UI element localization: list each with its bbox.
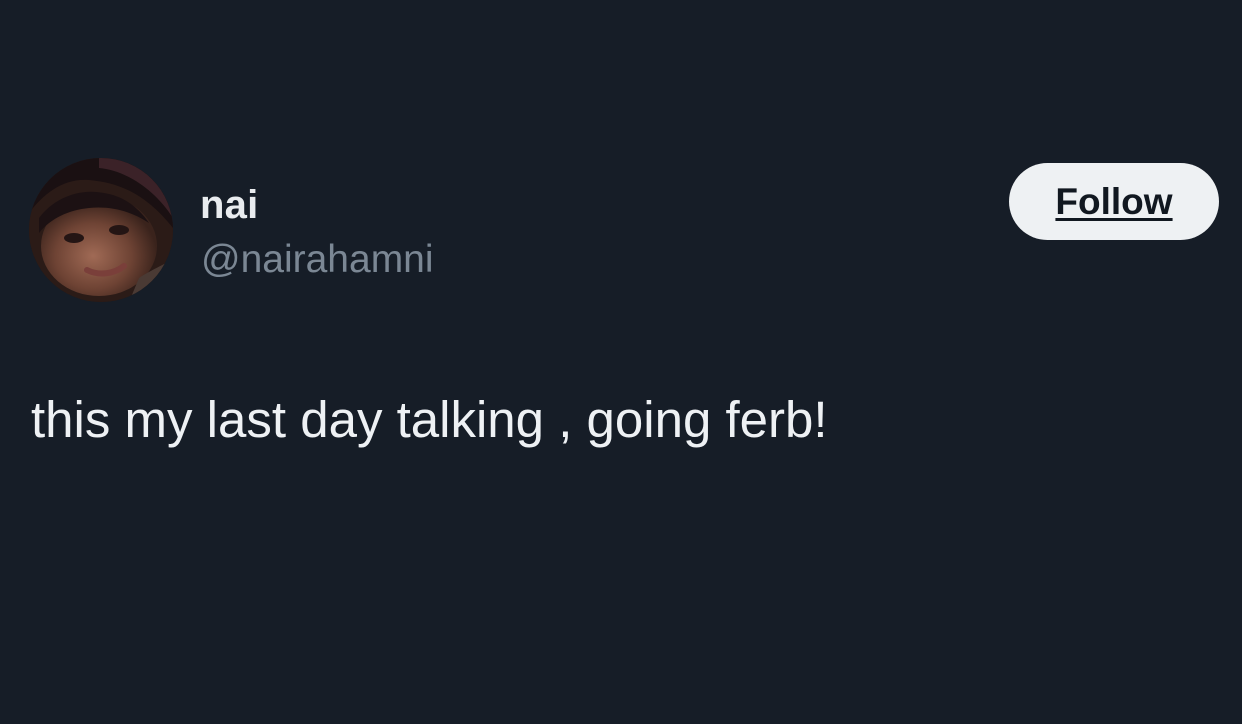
follow-button-label: Follow [1055,180,1173,222]
profile-photo-icon [29,158,173,302]
user-handle[interactable]: @nairahamni [201,236,434,284]
tweet-card: nai @nairahamni Follow this my last day … [0,0,1242,724]
follow-button[interactable]: Follow [1009,163,1219,240]
avatar[interactable] [29,158,173,302]
display-name[interactable]: nai [200,181,258,229]
tweet-text: this my last day talking , going ferb! [31,391,828,448]
